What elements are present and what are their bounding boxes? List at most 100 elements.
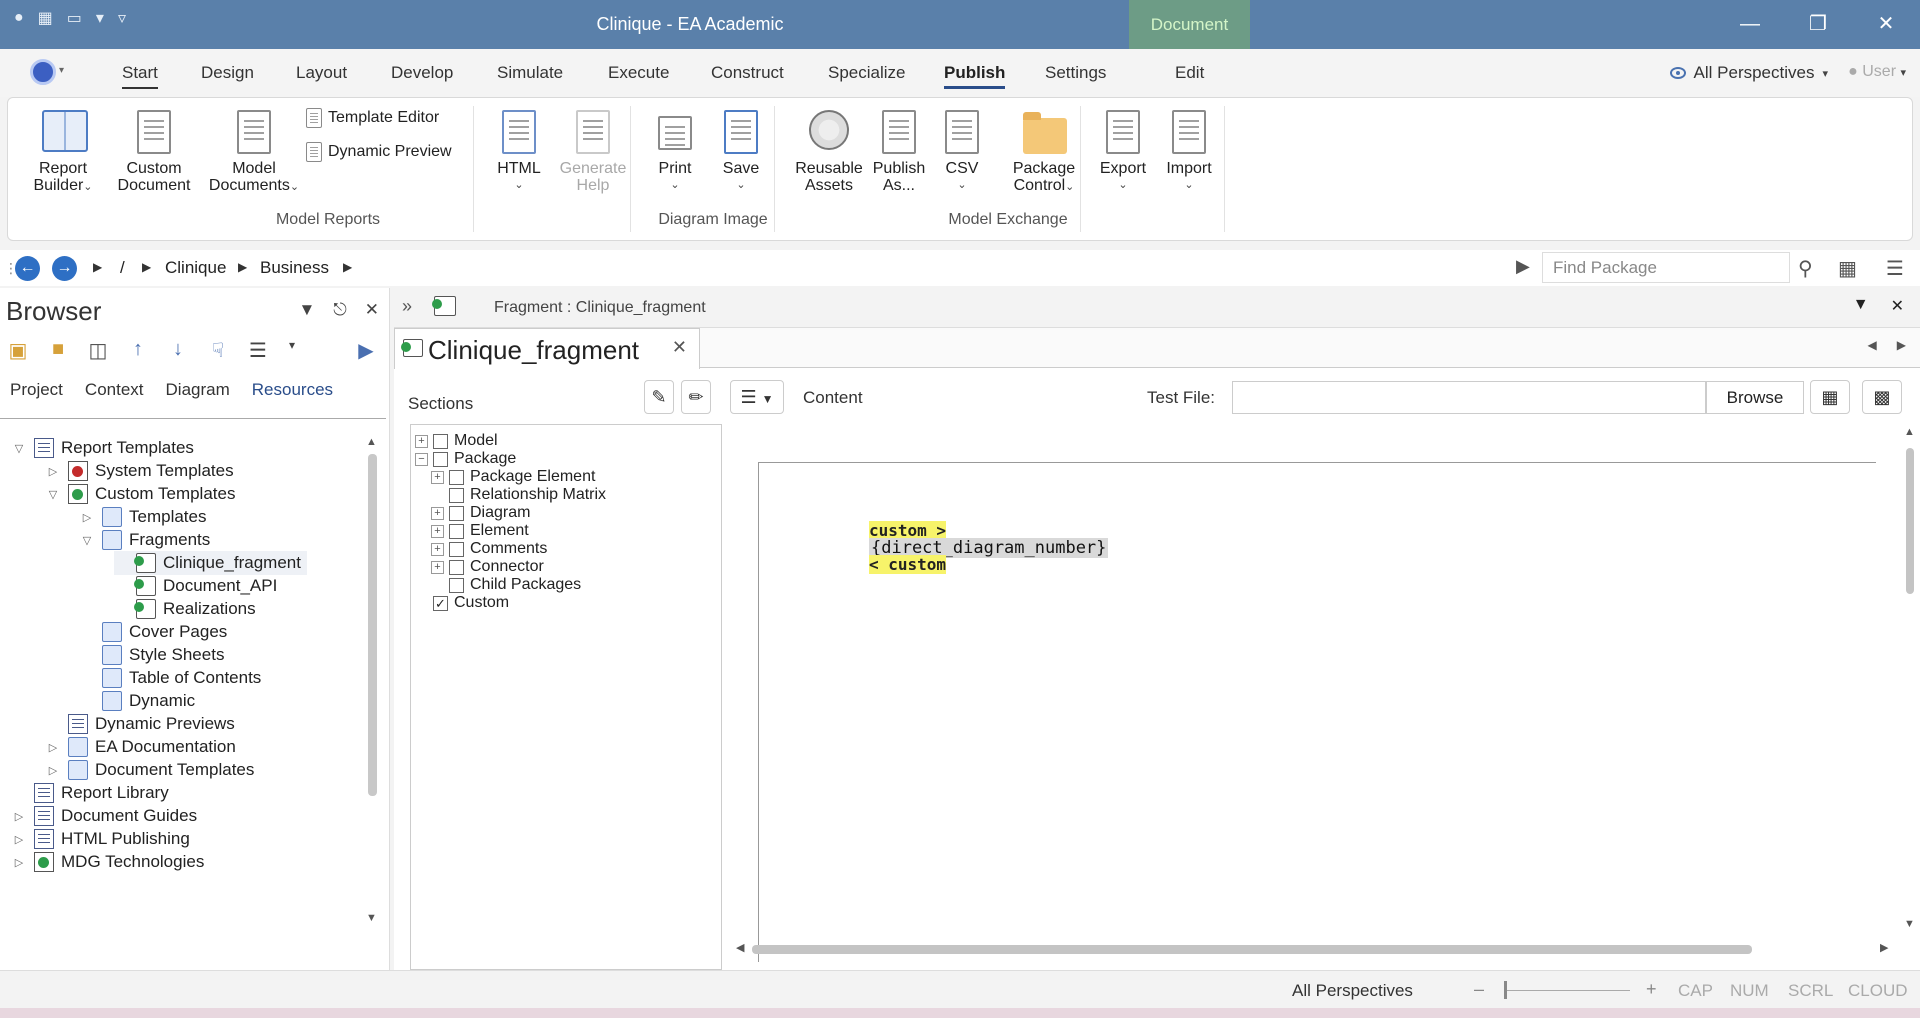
- tab-edit[interactable]: Edit: [1175, 63, 1204, 83]
- perspectives-dropdown[interactable]: All Perspectives ▾: [1669, 63, 1828, 83]
- tab-execute[interactable]: Execute: [608, 63, 669, 83]
- collapse-minus-icon[interactable]: −: [415, 452, 428, 466]
- section-checkbox[interactable]: [449, 559, 464, 575]
- tab-settings[interactable]: Settings: [1045, 63, 1106, 83]
- new-package-icon[interactable]: ▣: [6, 338, 30, 362]
- tab-publish[interactable]: Publish: [944, 63, 1006, 89]
- pen-icon[interactable]: ✎: [644, 380, 674, 414]
- chevron-right-icon[interactable]: ▷: [46, 741, 60, 754]
- save-image-button[interactable]: Save ⌄: [706, 110, 776, 194]
- user-menu[interactable]: ● User ▾: [1848, 63, 1906, 81]
- expand-plus-icon[interactable]: +: [431, 470, 444, 484]
- expand-plus-icon[interactable]: +: [431, 506, 444, 520]
- tree-item-templates[interactable]: ▷ Templates: [80, 505, 206, 529]
- scroll-up-icon[interactable]: ▲: [366, 436, 377, 448]
- tree-item-custom-templates[interactable]: ▽ Custom Templates: [46, 482, 235, 506]
- section-checkbox[interactable]: [449, 577, 464, 593]
- tab-scroll-left-icon[interactable]: ◀: [1868, 338, 1877, 352]
- zoom-in-button[interactable]: +: [1646, 979, 1657, 1000]
- chevron-down-icon[interactable]: ▼: [1853, 296, 1869, 316]
- chevron-right-icon[interactable]: ▷: [12, 810, 26, 823]
- close-button[interactable]: ✕: [1852, 0, 1920, 49]
- tab-develop[interactable]: Develop: [391, 63, 453, 83]
- tree-item-realizations[interactable]: Realizations: [114, 597, 256, 621]
- tab-diagram[interactable]: Diagram: [166, 380, 230, 400]
- calendar-icon[interactable]: ▦: [1810, 380, 1850, 414]
- pen-alt-icon[interactable]: ✏: [681, 380, 711, 414]
- section-checkbox-checked[interactable]: ✓: [433, 595, 448, 611]
- hamburger-menu-icon[interactable]: ☰: [1886, 256, 1904, 281]
- chevron-down-icon[interactable]: ▽: [46, 488, 60, 501]
- csv-button[interactable]: CSV ⌄: [929, 110, 995, 194]
- section-diagram[interactable]: + Diagram: [431, 503, 530, 523]
- restore-button[interactable]: ❐: [1784, 0, 1852, 49]
- scroll-left-icon[interactable]: ◀: [736, 941, 744, 954]
- editor-horizontal-scrollbar[interactable]: ◀ ▶: [728, 936, 1900, 962]
- tab-construct[interactable]: Construct: [711, 63, 784, 83]
- tab-project[interactable]: Project: [10, 380, 63, 400]
- tree-item-clinique-fragment[interactable]: Clinique_fragment: [114, 551, 307, 575]
- back-button[interactable]: ←: [15, 256, 40, 281]
- section-relationship-matrix[interactable]: Relationship Matrix: [431, 485, 606, 505]
- folder-icon[interactable]: ■: [46, 338, 70, 362]
- section-checkbox[interactable]: [433, 451, 448, 467]
- close-icon[interactable]: ✕: [672, 337, 687, 358]
- section-checkbox[interactable]: [433, 433, 448, 449]
- chevron-down-icon[interactable]: ▾: [59, 65, 64, 76]
- tree-item-document-guides[interactable]: ▷ Document Guides: [12, 804, 197, 828]
- play-icon[interactable]: ▶: [354, 338, 378, 362]
- tree-item-ea-documentation[interactable]: ▷ EA Documentation: [46, 735, 236, 759]
- section-checkbox[interactable]: [449, 505, 464, 521]
- scroll-thumb[interactable]: [752, 945, 1752, 954]
- section-menu-button[interactable]: ☰ ▼: [730, 380, 784, 414]
- chevron-right-icon[interactable]: ▷: [12, 856, 26, 869]
- tab-resources[interactable]: Resources: [252, 380, 333, 400]
- tab-scroll-right-icon[interactable]: ▶: [1897, 338, 1906, 352]
- test-file-input[interactable]: [1232, 381, 1706, 414]
- package-control-button[interactable]: Package Control⌄: [998, 110, 1090, 196]
- chevron-down-icon[interactable]: ▼: [298, 300, 315, 320]
- zoom-out-button[interactable]: –: [1474, 979, 1484, 1000]
- browser-scrollbar[interactable]: ▲ ▼: [366, 436, 378, 970]
- publish-as-button[interactable]: Publish As...: [861, 110, 937, 194]
- zoom-slider-thumb[interactable]: [1504, 981, 1507, 999]
- section-custom[interactable]: ✓ Custom: [415, 593, 509, 613]
- minimize-button[interactable]: —: [1716, 0, 1784, 49]
- chevron-down-icon[interactable]: ▽: [80, 534, 94, 547]
- diagram-icon[interactable]: ◫: [86, 338, 110, 362]
- tab-layout[interactable]: Layout: [296, 63, 347, 83]
- section-package[interactable]: − Package: [415, 449, 516, 469]
- forward-button[interactable]: →: [52, 256, 77, 281]
- tab-start[interactable]: Start: [122, 63, 158, 89]
- find-package-input[interactable]: Find Package: [1542, 252, 1790, 283]
- scroll-up-icon[interactable]: ▲: [1904, 426, 1915, 438]
- tree-item-mdg-technologies[interactable]: ▷ MDG Technologies: [12, 850, 204, 874]
- document-tab[interactable]: Clinique_fragment ✕: [394, 328, 700, 369]
- breadcrumb-root[interactable]: /: [120, 258, 125, 278]
- tree-item-style-sheets[interactable]: Style Sheets: [80, 643, 224, 667]
- scroll-down-icon[interactable]: ▼: [1904, 918, 1915, 930]
- import-button[interactable]: Import ⌄: [1154, 110, 1224, 194]
- move-down-icon[interactable]: ↓: [166, 338, 190, 362]
- section-checkbox[interactable]: [449, 523, 464, 539]
- section-package-element[interactable]: + Package Element: [431, 467, 595, 487]
- expand-plus-icon[interactable]: +: [431, 524, 444, 538]
- document-settings-icon[interactable]: ▩: [1862, 380, 1902, 414]
- custom-document-button[interactable]: Custom Document: [108, 110, 200, 194]
- export-button[interactable]: Export ⌄: [1088, 110, 1158, 194]
- tree-item-dynamic[interactable]: Dynamic: [80, 689, 195, 713]
- section-child-packages[interactable]: Child Packages: [431, 575, 581, 595]
- chevron-right-icon[interactable]: ▷: [80, 511, 94, 524]
- tab-context[interactable]: Context: [85, 380, 144, 400]
- close-icon[interactable]: ✕: [1891, 296, 1904, 316]
- pin-icon[interactable]: ⎋: [333, 300, 346, 320]
- print-button[interactable]: Print ⌄: [640, 110, 710, 194]
- html-button[interactable]: HTML ⌄: [484, 110, 554, 194]
- section-element[interactable]: + Element: [431, 521, 529, 541]
- locate-icon[interactable]: ☟: [206, 338, 230, 362]
- play-icon[interactable]: ▶: [1516, 256, 1530, 277]
- editor-page[interactable]: custom > {direct_diagram_number} < custo…: [758, 462, 1876, 962]
- tree-item-cover-pages[interactable]: Cover Pages: [80, 620, 227, 644]
- tree-item-fragments[interactable]: ▽ Fragments: [80, 528, 210, 552]
- tree-item-document-api[interactable]: Document_API: [114, 574, 277, 598]
